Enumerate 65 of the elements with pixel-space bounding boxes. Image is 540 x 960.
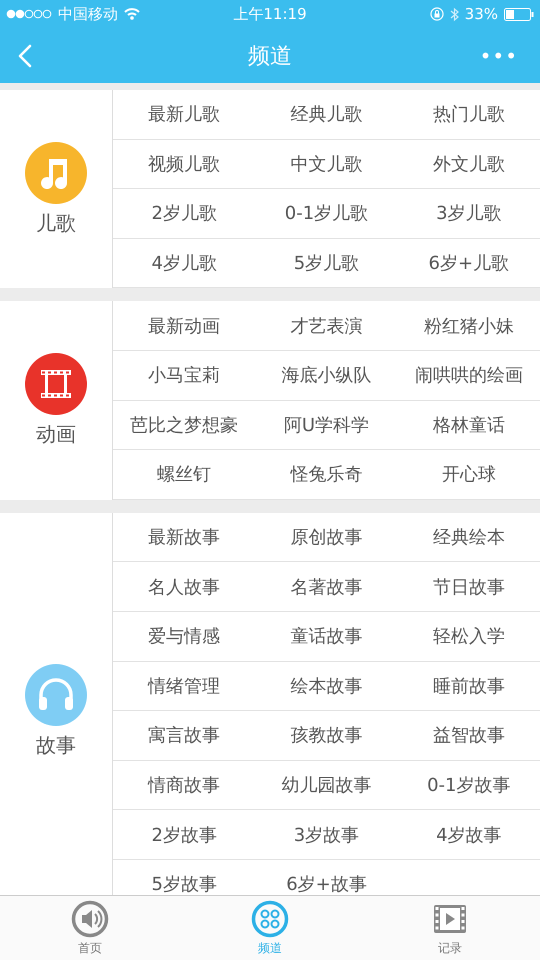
channel-link[interactable]: 才艺表演 — [255, 301, 398, 351]
channel-link[interactable]: 开心球 — [398, 450, 540, 500]
category-name[interactable]: 儿歌 — [36, 210, 76, 237]
channel-link[interactable]: 怪兔乐奇 — [255, 450, 398, 500]
grid-icon — [251, 900, 289, 938]
channel-link[interactable]: 海底小纵队 — [255, 350, 398, 401]
category-name[interactable]: 动画 — [36, 421, 76, 448]
channel-link[interactable]: 名人故事 — [113, 562, 256, 612]
channel-link[interactable]: 3岁故事 — [255, 810, 398, 860]
tab-item[interactable]: 记录 — [360, 896, 540, 960]
channel-link[interactable]: 4岁故事 — [398, 810, 540, 860]
channel-link[interactable]: 寓言故事 — [113, 711, 256, 761]
tab-item[interactable]: 首页 — [0, 896, 180, 960]
channel-link[interactable]: 最新动画 — [113, 301, 256, 351]
channel-link[interactable]: 6岁+儿歌 — [398, 238, 540, 288]
music-note-icon[interactable] — [25, 142, 87, 204]
rotation-lock-icon — [430, 7, 444, 21]
channel-link[interactable]: 阿U学科学 — [255, 400, 398, 450]
channel-link[interactable]: 热门儿歌 — [398, 90, 540, 140]
channel-link[interactable]: 经典绘本 — [398, 512, 540, 562]
channel-link[interactable]: 4岁儿歌 — [113, 238, 256, 288]
channel-link[interactable]: 外文儿歌 — [398, 140, 540, 190]
channel-link[interactable]: 3岁儿歌 — [398, 189, 540, 239]
channel-link[interactable]: 小马宝莉 — [113, 350, 256, 401]
film-icon[interactable] — [25, 353, 87, 416]
channel-link[interactable]: 经典儿歌 — [255, 90, 398, 140]
channel-link[interactable]: 中文儿歌 — [255, 140, 398, 190]
channel-link[interactable]: 粉红猪小妹 — [398, 301, 540, 351]
channel-link[interactable]: 螺丝钉 — [113, 450, 256, 500]
category-name[interactable]: 故事 — [36, 732, 76, 759]
channel-link[interactable]: 视频儿歌 — [113, 140, 256, 190]
channel-link[interactable]: 轻松入学 — [398, 612, 540, 662]
page-title: 频道 — [248, 42, 292, 70]
channel-link[interactable]: 益智故事 — [398, 711, 540, 761]
wifi-icon — [124, 8, 140, 20]
channel-link[interactable]: 0-1岁儿歌 — [255, 189, 398, 239]
channel-link[interactable]: 0-1岁故事 — [398, 760, 540, 810]
channel-link[interactable]: 最新故事 — [113, 512, 256, 562]
signal-icon — [6, 9, 52, 19]
channel-link[interactable]: 名著故事 — [255, 562, 398, 612]
channel-link[interactable]: 孩教故事 — [255, 711, 398, 761]
carrier-name: 中国移动 — [58, 4, 118, 24]
channel-link[interactable]: 睡前故事 — [398, 662, 540, 712]
channel-link[interactable]: 5岁儿歌 — [255, 238, 398, 288]
channel-link[interactable]: 绘本故事 — [255, 662, 398, 712]
back-icon[interactable] — [18, 44, 32, 68]
status-time: 上午11:19 — [233, 4, 307, 24]
channel-link[interactable]: 闹哄哄的绘画 — [398, 350, 540, 401]
channel-link[interactable]: 2岁故事 — [113, 810, 256, 860]
bluetooth-icon — [450, 6, 459, 22]
channel-link[interactable]: 情绪管理 — [113, 662, 256, 712]
battery-percent: 33% — [464, 5, 498, 23]
channel-link[interactable]: 节日故事 — [398, 562, 540, 612]
channel-link[interactable]: 情商故事 — [113, 760, 256, 810]
battery-icon — [504, 8, 534, 20]
speaker-icon — [71, 900, 109, 938]
channel-link[interactable]: 格林童话 — [398, 400, 540, 450]
channel-link[interactable]: 最新儿歌 — [113, 90, 256, 140]
channel-link[interactable]: 幼儿园故事 — [255, 760, 398, 810]
channel-link[interactable]: 芭比之梦想豪 — [113, 400, 256, 450]
channel-link[interactable]: 2岁儿歌 — [113, 189, 256, 239]
channel-link[interactable]: 原创故事 — [255, 512, 398, 562]
channel-link[interactable]: 爱与情感 — [113, 612, 256, 662]
headphones-icon[interactable] — [25, 664, 87, 726]
channel-link[interactable]: 童话故事 — [255, 612, 398, 662]
